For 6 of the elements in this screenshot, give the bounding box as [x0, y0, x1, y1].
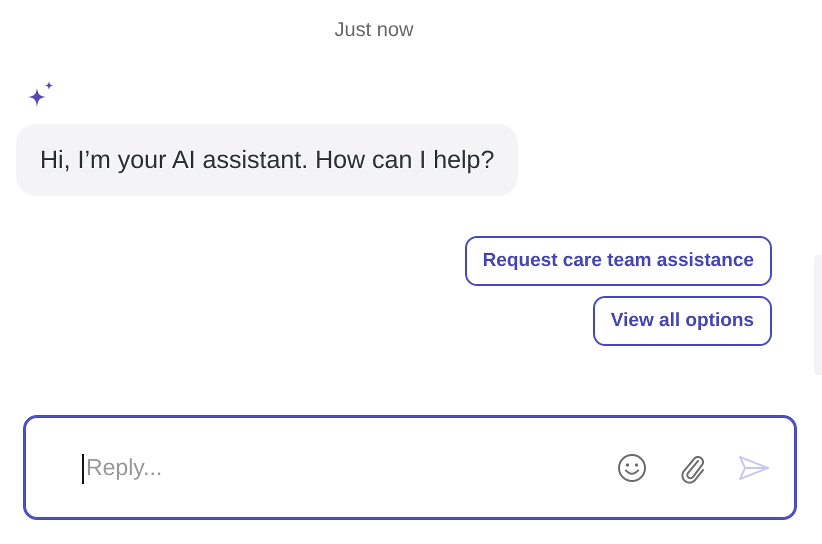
quick-reply-button[interactable]: Request care team assistance [464, 236, 772, 286]
assistant-message: Hi, I’m your AI assistant. How can I help? [16, 124, 518, 196]
quick-reply-button[interactable]: View all options [592, 296, 772, 346]
emoji-icon[interactable] [616, 452, 648, 484]
reply-field[interactable]: Reply... [82, 454, 586, 481]
timestamp: Just now [334, 18, 414, 43]
